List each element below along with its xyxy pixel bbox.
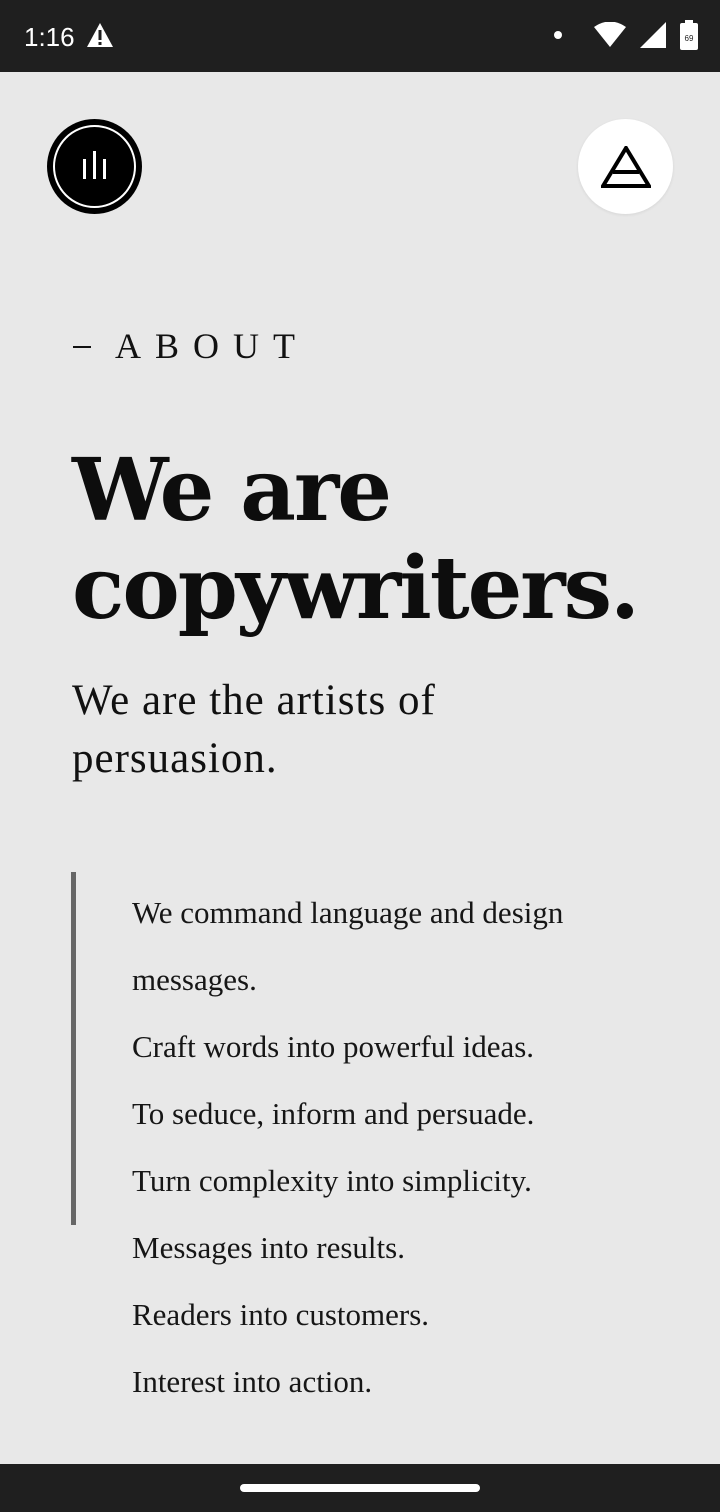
manifesto-list: We command language and design messages.… [132,879,692,1415]
manifesto-line: Turn complexity into simplicity. [132,1163,532,1198]
wifi-icon [594,22,626,47]
manifesto-line: To seduce, inform and persuade. [132,1096,535,1131]
page-title-line-1: We are [72,440,392,541]
home-indicator[interactable] [240,1484,480,1492]
notification-dot-icon [554,31,562,39]
status-time: 1:16 [24,22,75,52]
manifesto-line: We command language and design [132,895,564,930]
status-icons: 69 [554,20,698,50]
manifesto-line: Readers into customers. [132,1297,430,1332]
menu-button[interactable] [578,119,673,214]
page-subtitle: We are the artists of persuasion. [72,677,436,782]
section-label-text: ABOUT [115,326,309,366]
battery-icon: 69 [680,20,698,50]
triangle-menu-icon [600,145,651,188]
manifesto-line: Interest into action. [132,1364,373,1399]
page-title: We are copywriters. [72,442,692,638]
manifesto-line: Craft words into powerful ideas. [132,1029,535,1064]
system-nav-bar [0,1464,720,1512]
status-bar: 1:16 69 [0,0,720,72]
page-title-line-2: copywriters. [72,538,640,639]
manifesto-line: Messages into results. [132,1230,405,1265]
cell-signal-icon [640,22,666,48]
quote-accent-bar [71,872,76,1225]
manifesto-line: messages. [132,962,257,997]
page-content: ABOUT We are copywriters. We are the art… [0,72,720,1464]
brand-logo-button[interactable] [47,119,142,214]
brand-logo-icon [53,125,136,208]
warning-icon [87,23,113,47]
section-dash [73,346,91,348]
battery-level: 69 [685,34,694,43]
logo-mark-icon [82,150,106,179]
section-label: ABOUT [73,324,309,360]
